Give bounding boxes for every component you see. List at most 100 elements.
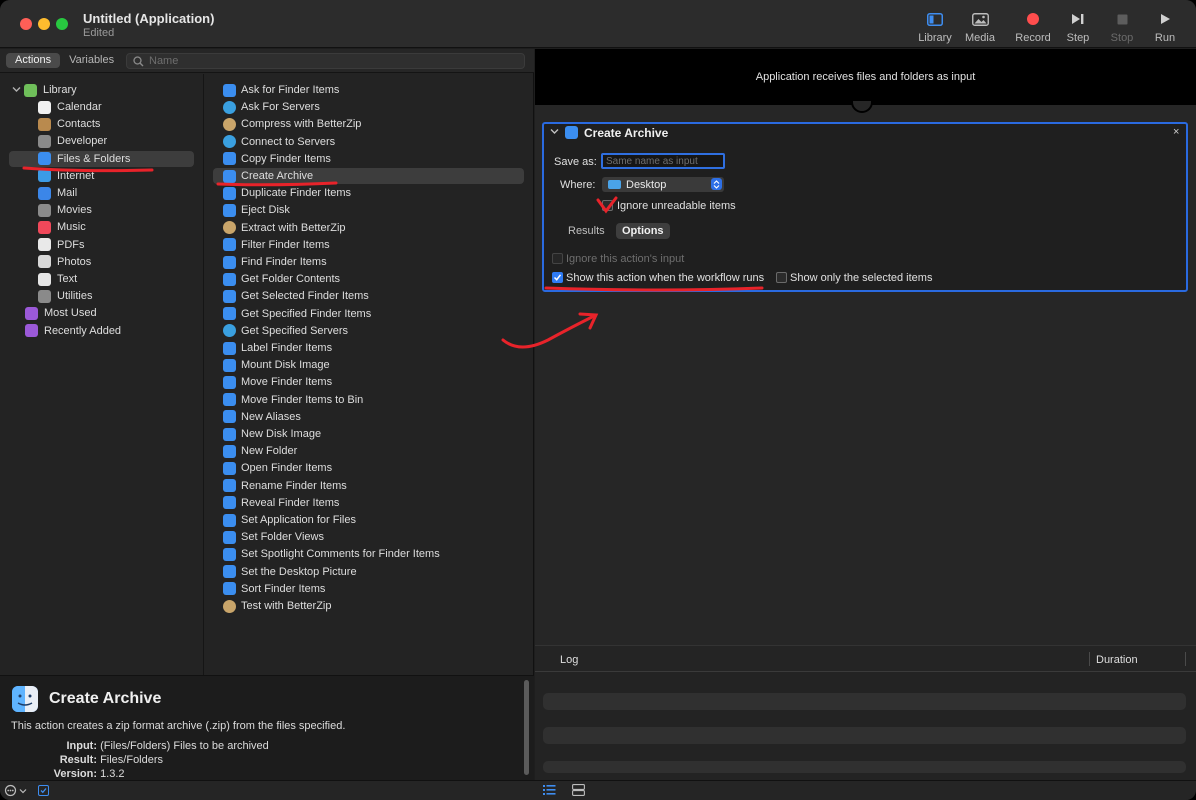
chevron-down-icon[interactable] xyxy=(550,128,559,135)
minimize-window-button[interactable] xyxy=(38,18,50,30)
list-view-button[interactable] xyxy=(543,784,556,799)
action-item-ask-for-finder-items[interactable]: Ask for Finder Items xyxy=(213,82,524,98)
column-view-button[interactable] xyxy=(572,784,585,799)
action-item-label: Set Spotlight Comments for Finder Items xyxy=(241,548,440,561)
finder-icon xyxy=(223,496,236,510)
save-as-input[interactable] xyxy=(601,153,725,169)
chevron-updown-icon xyxy=(711,178,722,190)
action-item-move-finder-items-to-bin[interactable]: Move Finder Items to Bin xyxy=(213,392,524,408)
action-item-get-specified-servers[interactable]: Get Specified Servers xyxy=(213,323,524,339)
action-item-new-aliases[interactable]: New Aliases xyxy=(213,409,524,425)
action-item-label-finder-items[interactable]: Label Finder Items xyxy=(213,340,524,356)
sidebar-item-photos[interactable]: Photos xyxy=(9,254,194,270)
action-item-rename-finder-items[interactable]: Rename Finder Items xyxy=(213,478,524,494)
duration-column-header[interactable]: Duration xyxy=(1096,654,1138,666)
search-input[interactable] xyxy=(149,54,509,68)
action-item-extract-with-betterzip[interactable]: Extract with BetterZip xyxy=(213,220,524,236)
bottom-bar xyxy=(0,780,1196,800)
library-root-label: Library xyxy=(43,84,77,96)
close-window-button[interactable] xyxy=(20,18,32,30)
sidebar-item-label: Recently Added xyxy=(44,324,122,337)
sidebar-item-label: Contacts xyxy=(57,118,101,131)
tab-variables[interactable]: Variables xyxy=(60,53,123,68)
photo-icon xyxy=(955,10,1005,28)
action-item-open-finder-items[interactable]: Open Finder Items xyxy=(213,460,524,476)
action-item-set-spotlight-comments-for-finder-items[interactable]: Set Spotlight Comments for Finder Items xyxy=(213,546,524,562)
sidebar-item-music[interactable]: Music xyxy=(9,219,194,235)
sidebar-item-internet[interactable]: Internet xyxy=(9,168,194,184)
action-item-mount-disk-image[interactable]: Mount Disk Image xyxy=(213,357,524,373)
tab-options[interactable]: Options xyxy=(616,223,670,239)
sidebar-item-label: Calendar xyxy=(57,101,102,113)
step-toolbar-button[interactable]: Step xyxy=(1053,10,1103,44)
create-archive-action-card[interactable]: Create Archive × Save as: Where: Desktop… xyxy=(542,122,1188,292)
action-item-get-folder-contents[interactable]: Get Folder Contents xyxy=(213,271,524,287)
action-item-duplicate-finder-items[interactable]: Duplicate Finder Items xyxy=(213,185,524,201)
show-selected-checkbox[interactable] xyxy=(776,272,787,283)
sidebar-item-utilities[interactable]: Utilities xyxy=(9,288,194,304)
ignore-unreadable-checkbox[interactable] xyxy=(602,200,613,211)
column-divider[interactable] xyxy=(1089,652,1090,666)
log-column-header[interactable]: Log xyxy=(560,654,578,666)
finder-icon xyxy=(223,238,236,252)
record-toolbar-button[interactable]: Record xyxy=(1008,10,1058,44)
description-scrollbar[interactable] xyxy=(524,680,529,775)
zoom-window-button[interactable] xyxy=(56,18,68,30)
sidebar-item-most-used[interactable]: Most Used xyxy=(9,305,194,321)
action-item-create-archive[interactable]: Create Archive xyxy=(213,168,524,184)
action-item-label: Set Folder Views xyxy=(241,531,324,544)
close-icon[interactable]: × xyxy=(1173,126,1179,138)
action-item-label: Find Finder Items xyxy=(241,256,327,268)
show-when-runs-checkbox[interactable] xyxy=(552,272,563,283)
library-panel-header: Actions Variables xyxy=(0,49,534,73)
media-toolbar-button[interactable]: Media xyxy=(955,10,1005,44)
sidebar-item-pdfs[interactable]: PDFs xyxy=(9,237,194,253)
sidebar-item-movies[interactable]: Movies xyxy=(9,202,194,218)
action-item-filter-finder-items[interactable]: Filter Finder Items xyxy=(213,237,524,253)
finder-icon xyxy=(223,358,236,372)
tab-results[interactable]: Results xyxy=(568,225,605,237)
sidebar-item-mail[interactable]: Mail xyxy=(9,185,194,201)
search-field[interactable] xyxy=(126,53,525,69)
action-item-compress-with-betterzip[interactable]: Compress with BetterZip xyxy=(213,116,524,132)
action-item-copy-finder-items[interactable]: Copy Finder Items xyxy=(213,151,524,167)
action-item-test-with-betterzip[interactable]: Test with BetterZip xyxy=(213,598,524,614)
description-toggle-button[interactable] xyxy=(38,785,49,796)
play-icon xyxy=(1140,10,1190,28)
action-item-reveal-finder-items[interactable]: Reveal Finder Items xyxy=(213,495,524,511)
sidebar-item-contacts[interactable]: Contacts xyxy=(9,116,194,132)
sidebar-item-developer[interactable]: Developer xyxy=(9,133,194,149)
action-item-label: Duplicate Finder Items xyxy=(241,187,352,200)
library-toolbar-button[interactable]: Library xyxy=(910,10,960,44)
action-item-set-the-desktop-picture[interactable]: Set the Desktop Picture xyxy=(213,564,524,580)
chevron-down-icon[interactable] xyxy=(12,86,21,93)
action-item-label: Ask for Finder Items xyxy=(241,84,340,96)
workflow-area: Application receives files and folders a… xyxy=(535,49,1196,780)
action-item-connect-to-servers[interactable]: Connect to Servers xyxy=(213,134,524,150)
library-root[interactable]: Library xyxy=(24,82,194,98)
action-menu-button[interactable] xyxy=(4,784,27,797)
ignore-input-checkbox[interactable] xyxy=(552,253,563,264)
sidebar-item-files-folders[interactable]: Files & Folders xyxy=(9,150,194,167)
action-item-ask-for-servers[interactable]: Ask For Servers xyxy=(213,99,524,115)
action-item-move-finder-items[interactable]: Move Finder Items xyxy=(213,374,524,390)
sidebar-item-calendar[interactable]: Calendar xyxy=(9,99,194,115)
action-item-label: Move Finder Items to Bin xyxy=(241,393,364,406)
run-toolbar-button[interactable]: Run xyxy=(1140,10,1190,44)
library-tree: Library Calendar Contacts Developer Files &… xyxy=(0,74,204,675)
action-item-new-folder[interactable]: New Folder xyxy=(213,443,524,459)
action-item-sort-finder-items[interactable]: Sort Finder Items xyxy=(213,581,524,597)
finder-icon xyxy=(223,565,236,579)
sidebar-item-text[interactable]: Text xyxy=(9,271,194,287)
where-popup[interactable]: Desktop xyxy=(602,177,724,192)
action-item-eject-disk[interactable]: Eject Disk xyxy=(213,202,524,218)
action-item-get-selected-finder-items[interactable]: Get Selected Finder Items xyxy=(213,288,524,304)
action-item-find-finder-items[interactable]: Find Finder Items xyxy=(213,254,524,270)
finder-icon xyxy=(223,530,236,544)
tab-actions[interactable]: Actions xyxy=(6,53,61,68)
sidebar-item-recently-added[interactable]: Recently Added xyxy=(9,323,194,339)
action-item-new-disk-image[interactable]: New Disk Image xyxy=(213,426,524,442)
action-item-set-application-for-files[interactable]: Set Application for Files xyxy=(213,512,524,528)
action-item-set-folder-views[interactable]: Set Folder Views xyxy=(213,529,524,545)
action-item-get-specified-finder-items[interactable]: Get Specified Finder Items xyxy=(213,306,524,322)
